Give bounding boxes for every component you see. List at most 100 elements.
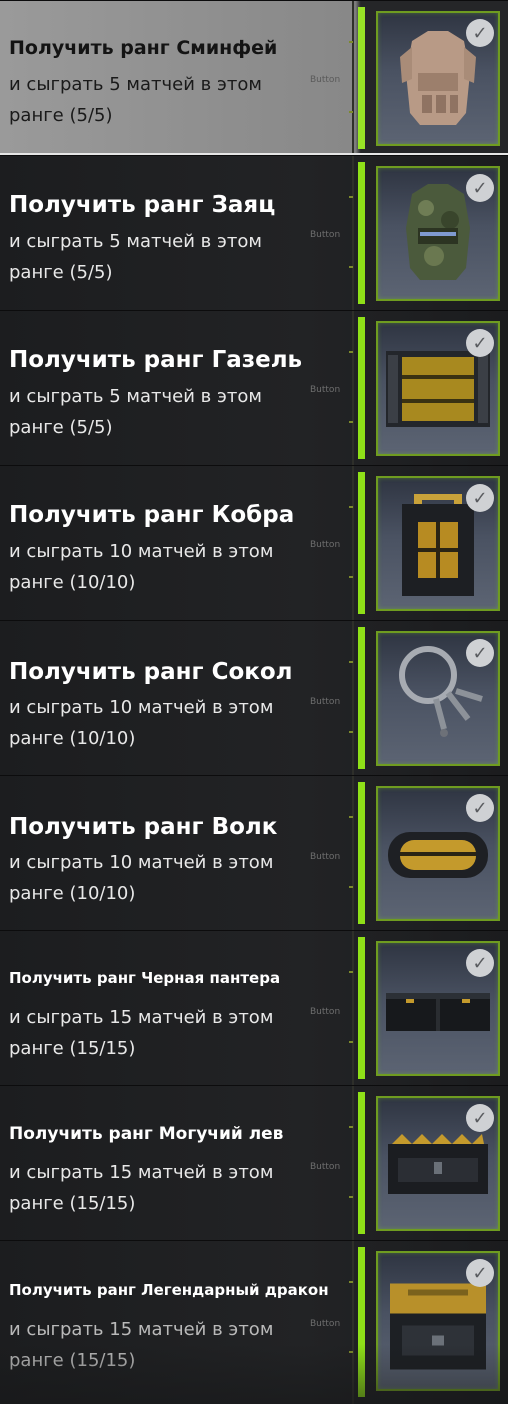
reward-card[interactable]: ✓ [376,476,500,611]
mission-description: и сыграть 5 матчей в этом ранге (5/5) [9,386,262,438]
progress-bar [358,317,365,459]
mission-title: Получить ранг Кобра [9,502,295,528]
button-tag: Button [310,697,341,707]
mission-description: и сыграть 5 матчей в этом ранге (5/5) [9,74,262,126]
mission-row-dragon[interactable]: Получить ранг Легендарный дракон и сыгра… [0,1240,508,1404]
reward-card[interactable]: ✓ [376,941,500,1076]
mission-description: и сыграть 10 матчей в этом ранге (10/10) [9,541,274,593]
checkmark-icon: ✓ [466,329,494,357]
mission-text: Получить ранг Сокол и сыграть 10 матчей … [0,621,352,775]
mission-description: и сыграть 10 матчей в этом ранге (10/10) [9,852,274,904]
mission-text: Получить ранг Кобра и сыграть 10 матчей … [0,466,352,620]
checkmark-icon: ✓ [466,484,494,512]
checkmark-icon: ✓ [466,1259,494,1287]
divider [352,621,354,775]
tick-mark [349,266,353,268]
mission-row-panther[interactable]: Получить ранг Черная пантера и сыграть 1… [0,930,508,1085]
mission-row-lion[interactable]: Получить ранг Могучий лев и сыграть 15 м… [0,1085,508,1240]
mission-row-zayats[interactable]: Получить ранг Заяц и сыграть 5 матчей в … [0,155,508,310]
tick-mark [349,421,353,423]
progress-bar [358,162,365,304]
button-tag: Button [310,1162,341,1172]
mission-text: Получить ранг Заяц и сыграть 5 матчей в … [0,156,352,310]
divider [352,1086,354,1240]
mission-text: Получить ранг Волк и сыграть 10 матчей в… [0,776,352,930]
tick-mark [349,731,353,733]
mission-title: Получить ранг Сминфей [9,37,278,59]
progress-bar [358,1247,365,1397]
tick-mark [349,1351,353,1353]
checkmark-icon: ✓ [466,174,494,202]
button-tag: Button [310,1007,341,1017]
mission-title: Получить ранг Волк [9,814,278,840]
mission-title: Получить ранг Заяц [9,192,276,218]
tick-mark [349,506,353,508]
mission-list: Получить ранг Сминфей и сыграть 5 матчей… [0,0,508,1404]
button-tag: Button [310,75,341,85]
checkmark-icon: ✓ [466,1104,494,1132]
mission-row-kobra[interactable]: Получить ранг Кобра и сыграть 10 матчей … [0,465,508,620]
divider [352,311,354,465]
tick-mark [349,1281,353,1283]
divider [352,1241,354,1404]
progress-bar [358,1092,365,1234]
mission-text: Получить ранг Легендарный дракон и сыгра… [0,1241,352,1404]
checkmark-icon: ✓ [466,794,494,822]
reward-card[interactable]: ✓ [376,1096,500,1231]
tick-mark [349,886,353,888]
divider [352,1,354,153]
tick-mark [349,971,353,973]
tick-mark [349,41,353,43]
progress-bar [358,472,365,614]
progress-bar [358,7,365,149]
mission-row-volk[interactable]: Получить ранг Волк и сыграть 10 матчей в… [0,775,508,930]
mission-row-gazel[interactable]: Получить ранг Газель и сыграть 5 матчей … [0,310,508,465]
divider [352,776,354,930]
mission-row-sokol[interactable]: Получить ранг Сокол и сыграть 10 матчей … [0,620,508,775]
divider [352,156,354,310]
tick-mark [349,661,353,663]
divider [352,931,354,1085]
tick-mark [349,1196,353,1198]
mission-title: Получить ранг Легендарный дракон [9,1281,329,1299]
button-tag: Button [310,230,341,240]
tick-mark [349,111,353,113]
button-tag: Button [310,385,341,395]
divider [352,466,354,620]
tick-mark [349,816,353,818]
tick-mark [349,196,353,198]
reward-card[interactable]: ✓ [376,166,500,301]
button-tag: Button [310,1319,341,1329]
mission-text: Получить ранг Могучий лев и сыграть 15 м… [0,1086,352,1240]
checkmark-icon: ✓ [466,949,494,977]
mission-text: Получить ранг Черная пантера и сыграть 1… [0,931,352,1085]
tick-mark [349,576,353,578]
mission-title: Получить ранг Черная пантера [9,969,281,987]
button-tag: Button [310,852,341,862]
mission-description: и сыграть 15 матчей в этом ранге (15/15) [9,1007,274,1059]
mission-title: Получить ранг Могучий лев [9,1124,284,1144]
reward-card[interactable]: ✓ [376,11,500,146]
progress-bar [358,782,365,924]
checkmark-icon: ✓ [466,19,494,47]
mission-text: Получить ранг Сминфей и сыграть 5 матчей… [0,1,352,153]
progress-bar [358,937,365,1079]
mission-description: и сыграть 5 матчей в этом ранге (5/5) [9,231,262,283]
button-tag: Button [310,540,341,550]
mission-title: Получить ранг Сокол [9,659,293,685]
checkmark-icon: ✓ [466,639,494,667]
tick-mark [349,1126,353,1128]
progress-bar [358,627,365,769]
mission-description: и сыграть 15 матчей в этом ранге (15/15) [9,1319,274,1371]
mission-text: Получить ранг Газель и сыграть 5 матчей … [0,311,352,465]
reward-card[interactable]: ✓ [376,1251,500,1391]
tick-mark [349,1041,353,1043]
mission-row-sminfey[interactable]: Получить ранг Сминфей и сыграть 5 матчей… [0,0,508,155]
reward-card[interactable]: ✓ [376,631,500,766]
reward-card[interactable]: ✓ [376,786,500,921]
tick-mark [349,351,353,353]
mission-description: и сыграть 15 матчей в этом ранге (15/15) [9,1162,274,1214]
mission-title: Получить ранг Газель [9,347,303,373]
mission-description: и сыграть 10 матчей в этом ранге (10/10) [9,697,274,749]
reward-card[interactable]: ✓ [376,321,500,456]
